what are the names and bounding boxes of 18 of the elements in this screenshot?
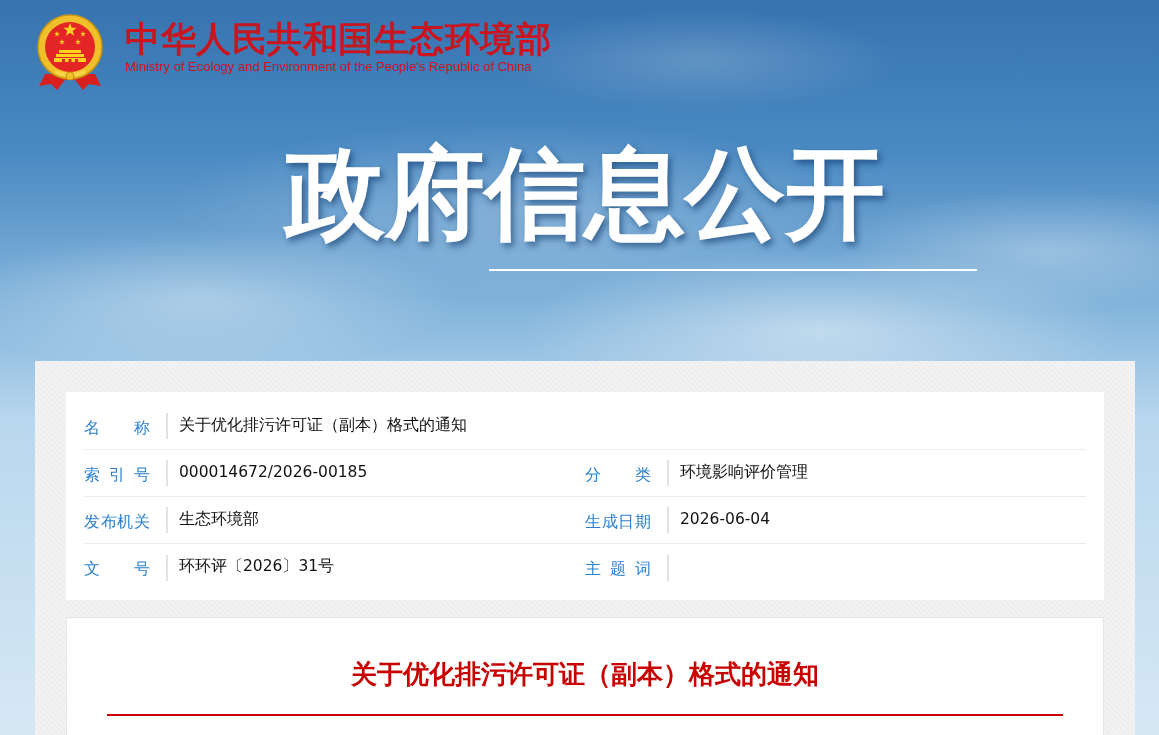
field-label: 主 题 词 [585,559,651,580]
field-label: 生成日期 [585,511,651,533]
field-value: 环境影响评价管理 [680,461,808,483]
field-value: 生态环境部 [179,508,259,530]
ministry-title: 中华人民共和国生态环境部 [125,19,551,59]
field-label: 文 号 [84,559,150,580]
field-label: 名 称 [84,417,150,439]
article-title: 关于优化排污许可证（副本）格式的通知 [351,659,819,689]
field-value: 000014672/2026-00185 [179,463,368,481]
field-value: 关于优化排污许可证（副本）格式的通知 [179,414,467,436]
ministry-subtitle: Ministry of Ecology and Environment of the People's Republic of China [125,59,533,75]
field-label: 发布机关 [84,511,150,533]
banner-heading: 政府信息公开 [284,138,885,250]
field-value: 2026-06-04 [680,510,771,528]
national-emblem-icon [35,14,105,90]
field-label: 索 引 号 [84,464,150,486]
field-label: 分 类 [585,464,651,486]
field-value: 环环评〔2026〕31号 [179,556,335,577]
